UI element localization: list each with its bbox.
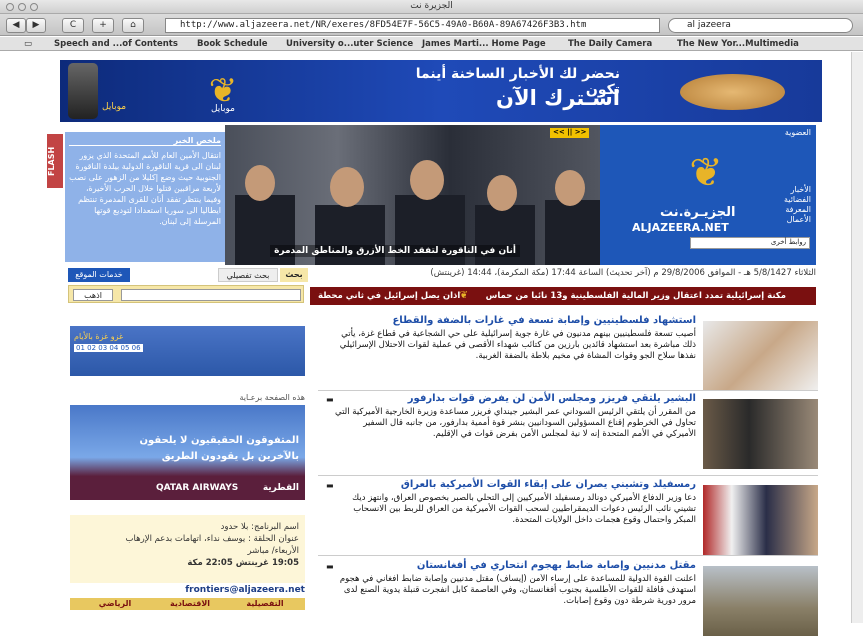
video-icon[interactable]: ▬ [326, 481, 334, 490]
program-email-link[interactable]: frontiers@aljazeera.net [70, 585, 305, 597]
program-time: 19:05 غرينتش 22:05 مكة [187, 558, 299, 568]
site-search-input[interactable] [121, 289, 301, 301]
bookmark-item[interactable]: University o...uter Science [286, 39, 413, 49]
story-headline[interactable]: رمسفيلد وتشيني يصران على إبقاء القوات ال… [401, 479, 696, 490]
bookmark-item[interactable]: Book Schedule [197, 39, 268, 49]
bookmark-item[interactable]: The Daily Camera [568, 39, 652, 49]
aljazeera-panel: العضوية ❦ الجزيـرة.نت ALJAZEERA.NET الأخ… [600, 125, 816, 265]
story-text: أعلنت القوة الدولية للمساعدة على إرساء ا… [339, 574, 696, 606]
slideshow-controls[interactable]: << || >> [550, 128, 590, 138]
window-title: الجزيرة نت [410, 1, 453, 11]
divider [318, 390, 818, 391]
ticker-right: مكنة إسرائيلية تمدد اعتقال وزير المالية … [485, 291, 786, 301]
story-text: أصيب تسعة فلسطينيين بينهم مدنيون في غارة… [339, 329, 696, 361]
gaza-days-ad[interactable]: غزو غزة بالأيام 01 02 03 04 05 06 [70, 326, 305, 376]
story-image[interactable] [703, 321, 818, 391]
gaza-ad-title: غزو غزة بالأيام [74, 332, 124, 341]
bookmark-item[interactable]: James Marti... Home Page [422, 39, 546, 49]
tab-advanced-search[interactable]: بحث تفصيلي [218, 268, 278, 282]
tab-search[interactable]: بحث [280, 268, 308, 282]
reload-button[interactable]: C [62, 18, 84, 33]
story-item: ▬ رمسفيلد وتشيني يصران على إبقاء القوات … [318, 479, 818, 555]
search-row: اذهب [68, 285, 304, 303]
tab-sports[interactable]: الرياضي [80, 598, 150, 610]
date-bar: الثلاثاء 5/8/1427 هـ - الموافق 29/8/2006… [430, 268, 816, 278]
menu-item[interactable]: الأخبار [784, 185, 811, 195]
ticker-left: اذان يصل إسرائيل في ثاني محطة [318, 291, 461, 301]
banner-subscribe: اشـترك الآن [496, 86, 620, 110]
membership-link[interactable]: العضوية [785, 128, 811, 137]
add-bookmark-button[interactable]: + [92, 18, 114, 33]
go-button[interactable]: اذهب [73, 289, 113, 301]
menu-item[interactable]: المعرفة [784, 205, 811, 215]
news-summary-box: ملخص الخبر انتقال الأمين العام للأمم الم… [65, 132, 225, 262]
divider [318, 475, 818, 476]
story-headline[interactable]: استشهاد فلسطينيين وإصابة تسعة في غارات ب… [392, 315, 696, 326]
story-item: ▬ مقتل مدنيين وإصابة ضابط بهجوم انتحاري … [318, 560, 818, 636]
story-image[interactable] [703, 399, 818, 469]
video-icon[interactable]: ▬ [326, 562, 334, 571]
bookmarks-icon[interactable]: ▭ [24, 39, 32, 49]
story-headline[interactable]: مقتل مدنيين وإصابة ضابط بهجوم انتحاري في… [417, 560, 696, 571]
story-text: من المقرر أن يلتقي الرئيس السوداني عمر ا… [334, 407, 696, 439]
section-menu: الأخبار الفضائية المعرفة الأعمال [784, 185, 811, 225]
story-item: استشهاد فلسطينيين وإصابة تسعة في غارات ب… [318, 315, 818, 391]
program-title: عنوان الحلقة : يوسف نداء، اتهامات بدعم ا… [125, 534, 299, 544]
tab-detailed[interactable]: التفصيلية [230, 598, 300, 610]
story-headline[interactable]: البشير يلتقي فريزر ومجلس الأمن لن يفرض ق… [408, 393, 696, 404]
story-image[interactable] [703, 485, 818, 555]
news-summary-header: ملخص الخبر [69, 136, 221, 146]
site-name-ar: الجزيـرة.نت [660, 205, 736, 220]
phone-image [68, 63, 98, 119]
mobile-label-2: موبايل [210, 104, 236, 114]
qatar-brand-ar: القطرية [262, 483, 299, 493]
breaking-ticker[interactable]: مكنة إسرائيلية تمدد اعتقال وزير المالية … [310, 287, 816, 305]
news-summary-body: انتقال الأمين العام للأمم المتحدة الذي ي… [69, 151, 221, 226]
story-text: دعا وزير الدفاع الأميركي دونالد رمسفيلد … [352, 493, 696, 525]
home-button[interactable]: ⌂ [122, 18, 144, 33]
site-name-en: ALJAZEERA.NET [632, 221, 729, 234]
search-tabs: خدمات الموقع بحث تفصيلي بحث [68, 268, 308, 282]
headline-photo[interactable]: << || >> أنان في الناقورة لتفقد الخط الأ… [225, 125, 600, 265]
other-links-select[interactable]: روابط أخرى [690, 237, 810, 249]
program-box: اسم البرنامج: بلا حدود عنوان الحلقة : يو… [70, 515, 305, 583]
back-button[interactable]: ◀ [6, 18, 26, 33]
qatar-ad-line2: بالآخرين بل يقودون الطريق [161, 451, 299, 462]
qatar-brand-en: QATAR AIRWAYS [156, 483, 239, 493]
menu-item[interactable]: الفضائية [784, 195, 811, 205]
video-icon[interactable]: ▬ [326, 395, 334, 404]
story-item: ▬ البشير يلتقي فريزر ومجلس الأمن لن يفرض… [318, 393, 818, 473]
menu-item[interactable]: الأعمال [784, 215, 811, 225]
bookmarks-bar: ▭ Speech and ...of Contents Book Schedul… [0, 37, 863, 51]
window-titlebar: الجزيرة نت [0, 0, 863, 14]
mobile-banner-ad[interactable]: موبايل ❦ موبايل نحضر لك الأخبار الساخنة … [60, 60, 822, 122]
bookmark-item[interactable]: Speech and ...of Contents [54, 39, 178, 49]
story-image[interactable] [703, 566, 818, 636]
search-field[interactable]: al jazeera [668, 18, 853, 33]
bookmark-item[interactable]: The New Yor...Multimedia [677, 39, 799, 49]
qatar-ad-line1: المتفوقون الحقيقيون لا يلحقون [139, 435, 299, 446]
sponsor-label: هذه الصفحة برعـاية [239, 393, 305, 402]
aljazeera-logo-icon: ❦ [689, 150, 723, 196]
divider [318, 555, 818, 556]
address-bar[interactable]: http://www.aljazeera.net/NR/exeres/8FD54… [165, 18, 660, 33]
page-scrollbar[interactable] [851, 52, 863, 623]
mobile-label: موبايل [102, 102, 127, 112]
tab-economic[interactable]: الاقتصادية [155, 598, 225, 610]
browser-toolbar: ◀ ▶ C + ⌂ http://www.aljazeera.net/NR/ex… [0, 14, 863, 36]
forward-button[interactable]: ▶ [26, 18, 46, 33]
bread-image [680, 74, 785, 110]
qatar-airways-ad[interactable]: المتفوقون الحقيقيون لا يلحقون بالآخرين ب… [70, 405, 305, 500]
gaza-ad-numbers: 01 02 03 04 05 06 [74, 344, 143, 352]
photo-caption[interactable]: أنان في الناقورة لتفقد الخط الأزرق والمن… [270, 245, 520, 257]
flash-tab[interactable]: FLASH [47, 134, 63, 188]
bottom-tabs: التفصيلية الاقتصادية الرياضي [70, 598, 305, 610]
program-day: الأربعاء/ مباشر [247, 546, 299, 556]
program-name: اسم البرنامج: بلا حدود [220, 522, 299, 532]
tab-services[interactable]: خدمات الموقع [68, 268, 130, 282]
